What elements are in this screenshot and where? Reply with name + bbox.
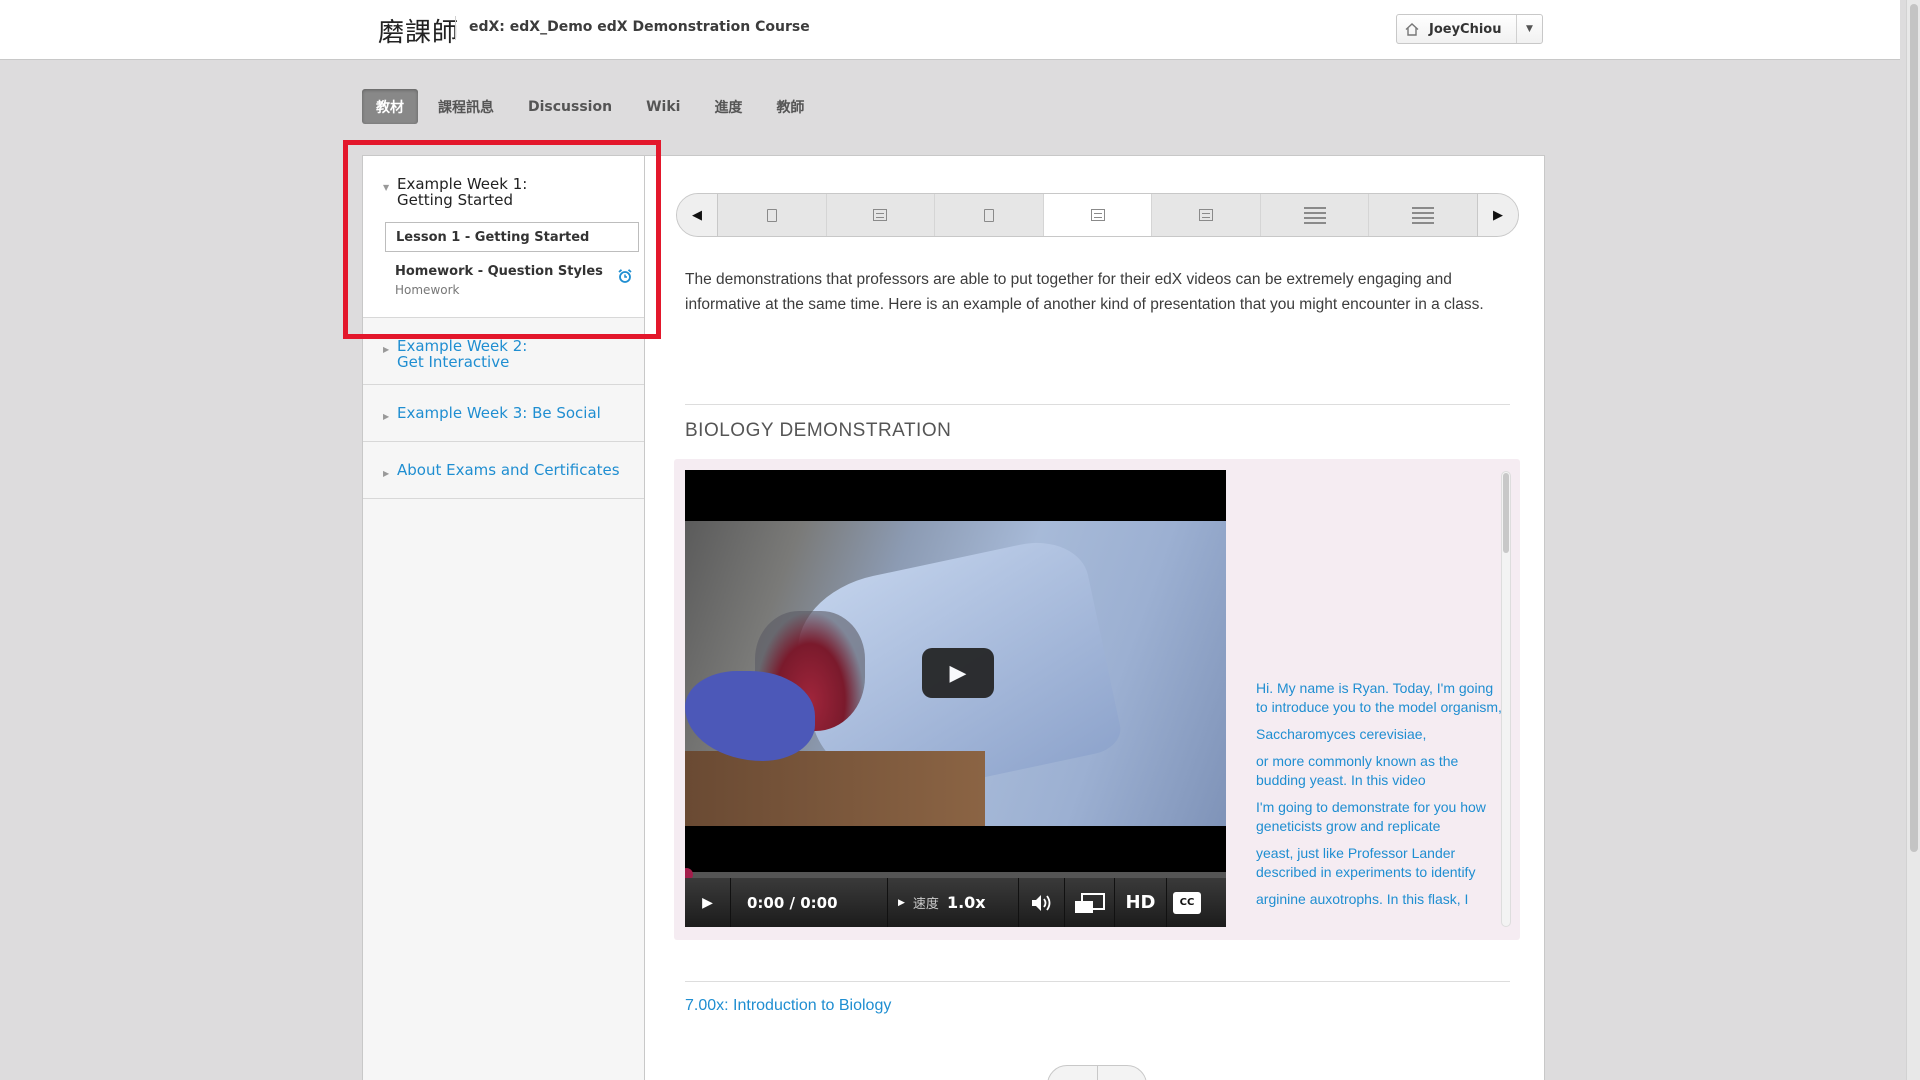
big-play-button[interactable]: ▶ (922, 648, 994, 698)
header-divider (455, 16, 456, 40)
video-time: 0:00 / 0:00 (731, 878, 888, 927)
caret-right-icon: ▶ (898, 897, 905, 908)
video-controls: ▶ 0:00 / 0:00 ▶ 速度 1.0x HD CC (685, 878, 1226, 927)
hd-button[interactable]: HD (1115, 878, 1167, 927)
tab-course-info[interactable]: 課程訊息 (424, 89, 508, 124)
speed-value: 1.0x (946, 893, 986, 912)
video-icon (873, 209, 888, 221)
user-menu[interactable]: JoeyChiou ▼ (1396, 14, 1543, 44)
transcript-scrollbar[interactable] (1501, 471, 1511, 927)
transcript-line[interactable]: Saccharomyces cerevisiae, (1256, 725, 1506, 744)
transcript-panel: Hi. My name is Ryan. Today, I'm going to… (1244, 469, 1514, 934)
tab-discussion[interactable]: Discussion (514, 89, 626, 124)
video-scene-glove (685, 671, 815, 761)
user-name[interactable]: JoeyChiou (1427, 22, 1516, 37)
video-icon (1199, 209, 1214, 221)
transcript-line[interactable]: I'm going to demonstrate for you how gen… (1256, 798, 1506, 836)
sequence-items (718, 194, 1477, 236)
problem-list-icon (1303, 207, 1326, 224)
divider (685, 404, 1510, 405)
speed-label: 速度 (912, 897, 939, 912)
seq-tab-video[interactable] (1152, 194, 1261, 236)
intro-text: The demonstrations that professors are a… (685, 271, 1484, 313)
chapter-title[interactable]: Example Week 2: Get Interactive (397, 338, 527, 370)
cc-icon: CC (1173, 891, 1201, 914)
document-icon (766, 208, 777, 222)
video-module: ▶ ▶ 0:00 / 0:00 ▶ 速度 1.0x HD CC Hi. My n… (674, 459, 1520, 940)
transcript-line[interactable]: or more commonly known as the budding ye… (1256, 752, 1506, 790)
seq-tab-video-active[interactable] (1043, 194, 1153, 236)
video-scene-bench (685, 751, 985, 826)
video-player[interactable]: ▶ ▶ 0:00 / 0:00 ▶ 速度 1.0x HD CC (685, 470, 1226, 927)
tab-courseware[interactable]: 教材 (362, 89, 418, 124)
seq-tab-video[interactable] (827, 194, 936, 236)
chapter-week-3[interactable]: ▶ Example Week 3: Be Social (363, 385, 644, 442)
transcript-lines: Hi. My name is Ryan. Today, I'm going to… (1256, 679, 1506, 917)
transcript-line[interactable]: Hi. My name is Ryan. Today, I'm going to… (1256, 679, 1506, 717)
captions-button[interactable]: CC (1167, 878, 1207, 927)
chevron-right-icon: ▶ (383, 469, 390, 478)
next-unit-button[interactable]: ▶ (1477, 194, 1518, 236)
course-tabs: 教材 課程訊息 Discussion Wiki 進度 教師 (362, 89, 818, 124)
highlight-annotation-box (343, 140, 661, 339)
speed-control[interactable]: ▶ 速度 1.0x (888, 878, 1019, 927)
video-icon (1090, 209, 1105, 221)
chapter-title[interactable]: Example Week 3: Be Social (397, 405, 601, 425)
transcript-scrollbar-thumb[interactable] (1503, 473, 1509, 553)
page-scrollbar[interactable] (1906, 0, 1920, 1080)
page-scrollbar-thumb[interactable] (1910, 4, 1918, 852)
chapter-exams[interactable]: ▶ About Exams and Certificates (363, 442, 644, 499)
tab-instructor[interactable]: 教師 (762, 89, 818, 124)
chevron-down-icon[interactable]: ▼ (1516, 15, 1542, 43)
bottom-sequence-nav (1047, 1065, 1147, 1080)
tab-progress[interactable]: 進度 (700, 89, 756, 124)
transcript-line[interactable]: arginine auxotrophs. In this flask, I (1256, 890, 1506, 909)
seq-tab-html[interactable] (935, 194, 1044, 236)
fullscreen-button[interactable] (1065, 878, 1115, 927)
chapter-title-line2: Get Interactive (397, 353, 510, 371)
course-title: edX: edX_Demo edX Demonstration Course (469, 19, 810, 35)
site-logo[interactable]: 磨課師 (378, 12, 459, 49)
tab-wiki[interactable]: Wiki (632, 89, 694, 124)
next-unit-button-bottom[interactable] (1098, 1066, 1147, 1080)
divider (685, 981, 1510, 982)
chapter-title[interactable]: About Exams and Certificates (397, 462, 620, 482)
course-link[interactable]: 7.00x: Introduction to Biology (685, 997, 891, 1015)
chevron-right-icon: ▶ (383, 412, 390, 421)
seq-tab-problem[interactable] (1261, 194, 1370, 236)
seq-tab-html[interactable] (718, 194, 827, 236)
seq-tab-problem[interactable] (1369, 194, 1477, 236)
transcript-line[interactable]: yeast, just like Professor Lander descri… (1256, 844, 1506, 882)
previous-unit-button-bottom[interactable] (1048, 1066, 1098, 1080)
play-button[interactable]: ▶ (685, 878, 731, 927)
home-icon[interactable] (1397, 22, 1427, 36)
site-header: 磨課師 edX: edX_Demo edX Demonstration Cour… (0, 0, 1900, 60)
chevron-right-icon: ▶ (383, 345, 390, 354)
courseware-content: ◀ ▶ The demonstrations that professors a… (645, 156, 1544, 1080)
fullscreen-icon (1074, 892, 1105, 913)
chapter-toggle[interactable]: ▶ Example Week 3: Be Social (363, 385, 644, 441)
previous-unit-button[interactable]: ◀ (677, 194, 718, 236)
section-title: BIOLOGY DEMONSTRATION (685, 420, 952, 441)
volume-icon[interactable] (1019, 878, 1065, 927)
chapter-toggle[interactable]: ▶ About Exams and Certificates (363, 442, 644, 498)
document-icon (983, 208, 994, 222)
problem-list-icon (1412, 207, 1435, 224)
sequence-navigation: ◀ ▶ (676, 193, 1519, 237)
